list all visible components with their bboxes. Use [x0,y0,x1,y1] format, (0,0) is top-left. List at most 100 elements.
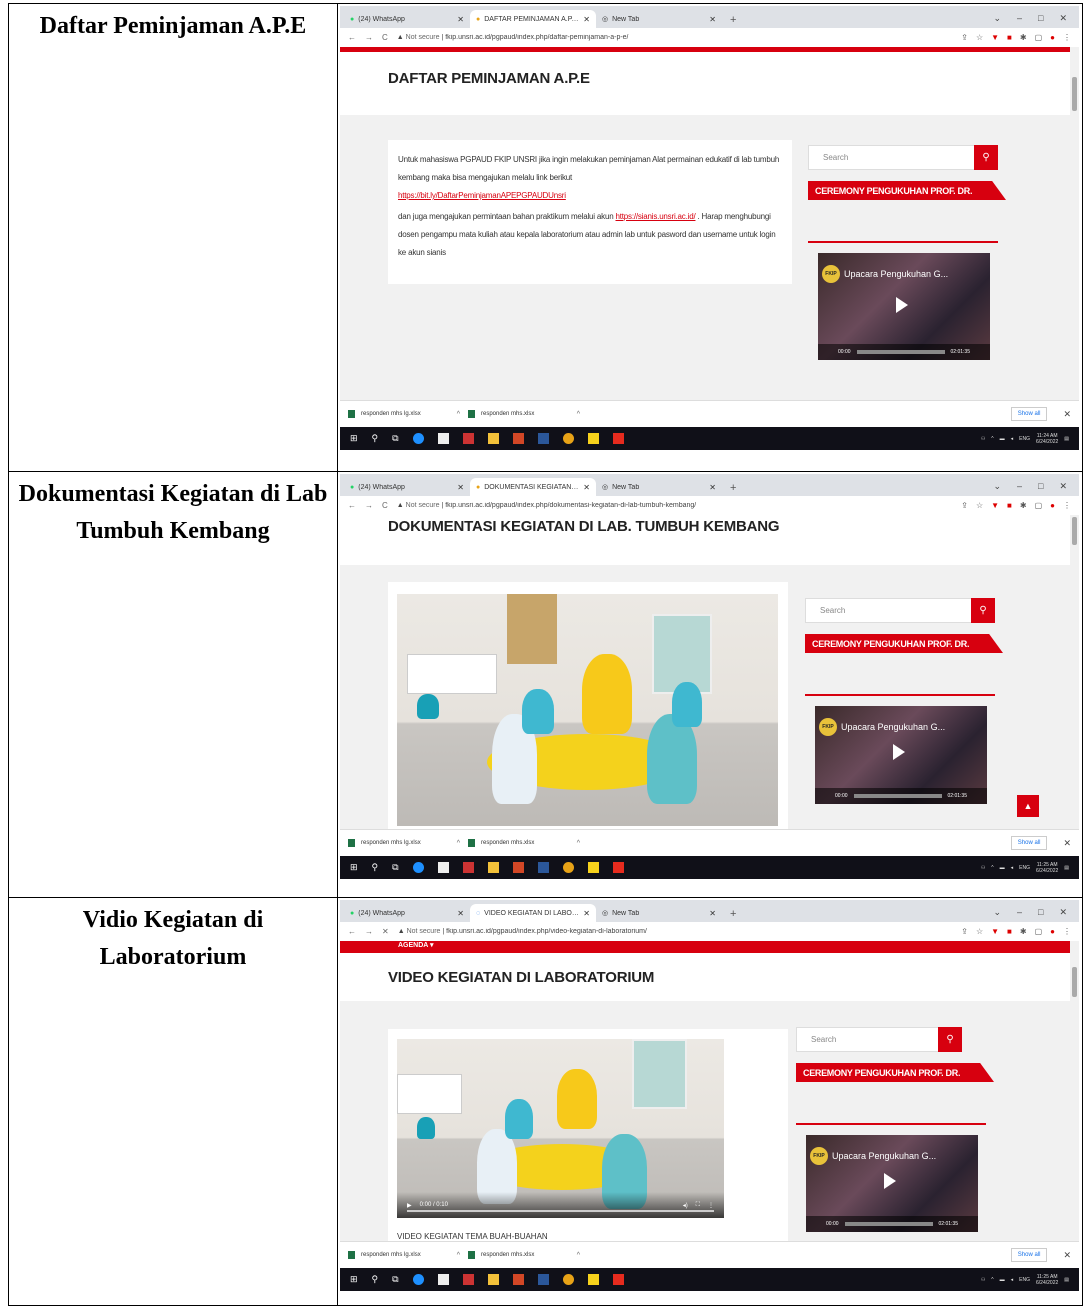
mail-icon[interactable] [437,433,449,444]
search-icon[interactable]: ⚲ [971,598,995,623]
edge-icon[interactable] [412,1274,424,1285]
tab-whatsapp[interactable]: ● (24) WhatsApp ✕ [344,478,470,496]
stop-icon[interactable]: ✕ [382,927,389,936]
search-icon[interactable]: ⚲ [372,1274,379,1285]
video-progress[interactable] [856,350,945,354]
maximize-icon[interactable]: □ [1038,481,1043,492]
windows-start-icon[interactable]: ⊞ [350,433,358,444]
chevron-up-icon[interactable]: ^ [457,840,460,847]
forward-icon[interactable]: → [365,501,373,510]
new-tab-icon[interactable]: + [722,482,744,496]
play-icon[interactable] [896,297,908,313]
tab-whatsapp[interactable]: ● (24) WhatsApp ✕ [344,904,470,922]
tab-new[interactable]: ◎ New Tab ✕ [596,10,722,28]
sidepanel-icon[interactable]: ▢ [1035,501,1043,510]
download-item[interactable]: responden mhs lg.xlsx ^ [348,839,460,847]
play-icon[interactable] [893,744,905,760]
search-input[interactable]: Search ⚲ [808,145,998,170]
chrome-icon[interactable] [562,1274,574,1285]
chevron-down-icon[interactable]: ⌄ [993,907,1001,918]
close-icon[interactable]: ✕ [457,15,464,24]
agenda-menu[interactable]: AGENDA ▾ [398,941,434,949]
close-icon[interactable]: ✕ [709,483,716,492]
powerpoint-icon[interactable] [512,862,524,873]
scrollbar[interactable] [1070,941,1079,1241]
share-icon[interactable]: ⇪ [961,927,968,936]
notification-icon[interactable]: ▤ [1064,865,1069,871]
close-icon[interactable]: ✕ [709,909,716,918]
chevron-up-icon[interactable]: ^ [577,1252,580,1259]
menu-icon[interactable]: ⋮ [1063,501,1071,510]
play-icon[interactable] [884,1173,896,1189]
windows-start-icon[interactable]: ⊞ [350,1274,358,1285]
chevron-up-icon[interactable]: ^ [991,436,993,442]
close-icon[interactable]: ✕ [1063,838,1071,849]
network-icon[interactable]: ▬ [1000,865,1005,871]
powerpoint-icon[interactable] [512,1274,524,1285]
chevron-down-icon[interactable]: ⌄ [993,481,1001,492]
show-all-button[interactable]: Show all [1010,1248,1048,1262]
close-icon[interactable]: ✕ [1063,409,1071,420]
back-icon[interactable]: ← [348,33,356,42]
url-field[interactable]: ▲ Not secure | fkip.unsri.ac.id/pgpaud/i… [397,34,952,41]
sidepanel-icon[interactable]: ▢ [1035,33,1043,42]
edge-icon[interactable] [412,862,424,873]
forward-icon[interactable]: → [365,33,373,42]
people-icon[interactable]: ⚇ [981,865,985,871]
search-icon[interactable]: ⚲ [974,145,998,170]
folder-icon[interactable] [487,433,499,444]
tab-whatsapp[interactable]: ● (24) WhatsApp ✕ [344,10,470,28]
close-icon[interactable]: ✕ [583,15,590,24]
chevron-up-icon[interactable]: ^ [577,411,580,418]
new-tab-icon[interactable]: + [722,908,744,922]
video-progress[interactable] [407,1210,714,1212]
task-view-icon[interactable]: ⧉ [392,1274,398,1285]
language-indicator[interactable]: ENG [1019,1277,1030,1283]
video-player[interactable]: FKIP Upacara Pengukuhan G... 00:00 02:01:3… [806,1135,978,1232]
url-field[interactable]: ▲ Not secure | fkip.unsri.ac.id/pgpaud/i… [397,502,952,509]
language-indicator[interactable]: ENG [1019,436,1030,442]
activity-video[interactable]: ▶ 0:00 / 0:10 ◂) ⛶ ⋮ [397,1039,724,1218]
sticky-notes-icon[interactable] [587,1274,599,1285]
pdf-icon[interactable] [612,862,624,873]
clock[interactable]: 11:25 AM 6/24/2022 [1036,1274,1058,1286]
folder-icon[interactable] [487,1274,499,1285]
volume-icon[interactable]: ◂) [683,1202,688,1209]
forward-icon[interactable]: → [365,927,373,936]
mail-icon[interactable] [437,1274,449,1285]
pdf-icon[interactable] [612,433,624,444]
store-icon[interactable] [462,862,474,873]
extension-icon[interactable]: ▼ [991,927,999,936]
notification-icon[interactable]: ▤ [1064,1277,1069,1283]
chrome-icon[interactable] [562,433,574,444]
minimize-icon[interactable]: – [1017,13,1022,24]
download-item[interactable]: responden mhs.xlsx ^ [468,1251,580,1259]
people-icon[interactable]: ⚇ [981,436,985,442]
puzzle-icon[interactable]: ✱ [1020,501,1027,510]
windows-start-icon[interactable]: ⊞ [350,862,358,873]
volume-icon[interactable]: ◂ [1011,1277,1014,1283]
chevron-up-icon[interactable]: ^ [457,411,460,418]
reload-icon[interactable]: C [382,501,388,510]
url-field[interactable]: ▲ Not secure | fkip.unsri.ac.id/pgpaud/i… [398,928,953,935]
search-input[interactable]: Search ⚲ [805,598,995,623]
tab-new[interactable]: ◎ New Tab ✕ [596,904,722,922]
store-icon[interactable] [462,433,474,444]
star-icon[interactable]: ☆ [976,501,983,510]
menu-icon[interactable]: ⋮ [1063,33,1071,42]
profile-icon[interactable]: ● [1050,501,1055,510]
show-all-button[interactable]: Show all [1010,407,1048,421]
download-item[interactable]: responden mhs lg.xlsx ^ [348,410,460,418]
network-icon[interactable]: ▬ [1000,436,1005,442]
tab-new[interactable]: ◎ New Tab ✕ [596,478,722,496]
share-icon[interactable]: ⇪ [961,501,968,510]
scrollbar[interactable] [1070,515,1079,829]
people-icon[interactable]: ⚇ [981,1277,985,1283]
video-progress[interactable] [853,794,942,798]
maximize-icon[interactable]: □ [1038,907,1043,918]
language-indicator[interactable]: ENG [1019,865,1030,871]
fullscreen-icon[interactable]: ⛶ [696,1202,700,1209]
download-item[interactable]: responden mhs.xlsx ^ [468,839,580,847]
profile-icon[interactable]: ● [1050,927,1055,936]
puzzle-icon[interactable]: ✱ [1020,33,1027,42]
